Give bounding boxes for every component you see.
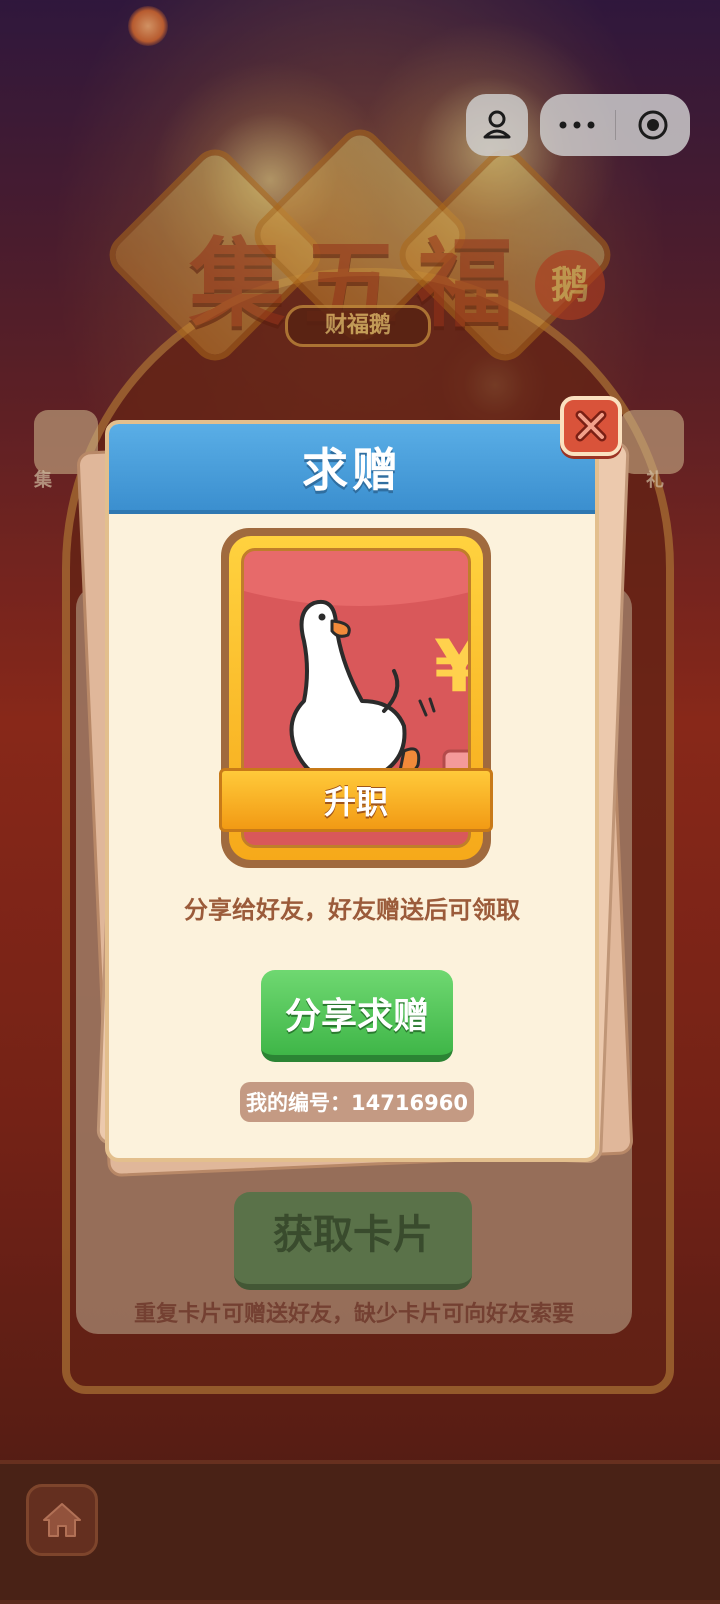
card-frame: ¥ 升职 bbox=[219, 536, 493, 860]
share-request-label: 分享求赠 bbox=[284, 995, 429, 1037]
card-name-ribbon: 升职 bbox=[219, 768, 493, 832]
card-name: 升职 bbox=[323, 783, 388, 821]
share-request-button[interactable]: 分享求赠 bbox=[261, 970, 453, 1062]
fortune-card: ¥ 升职 bbox=[219, 528, 493, 868]
request-gift-dialog: 求赠 ¥ bbox=[105, 420, 599, 1162]
my-id-badge: 我的编号：14716960 bbox=[240, 1082, 474, 1122]
close-dialog-button[interactable] bbox=[560, 396, 622, 456]
svg-text:¥: ¥ bbox=[434, 624, 471, 708]
close-icon bbox=[575, 410, 607, 442]
dialog-title: 求赠 bbox=[302, 443, 402, 497]
dialog-header: 求赠 bbox=[109, 424, 595, 514]
share-hint: 分享给好友，好友赠送后可领取 bbox=[184, 896, 520, 924]
